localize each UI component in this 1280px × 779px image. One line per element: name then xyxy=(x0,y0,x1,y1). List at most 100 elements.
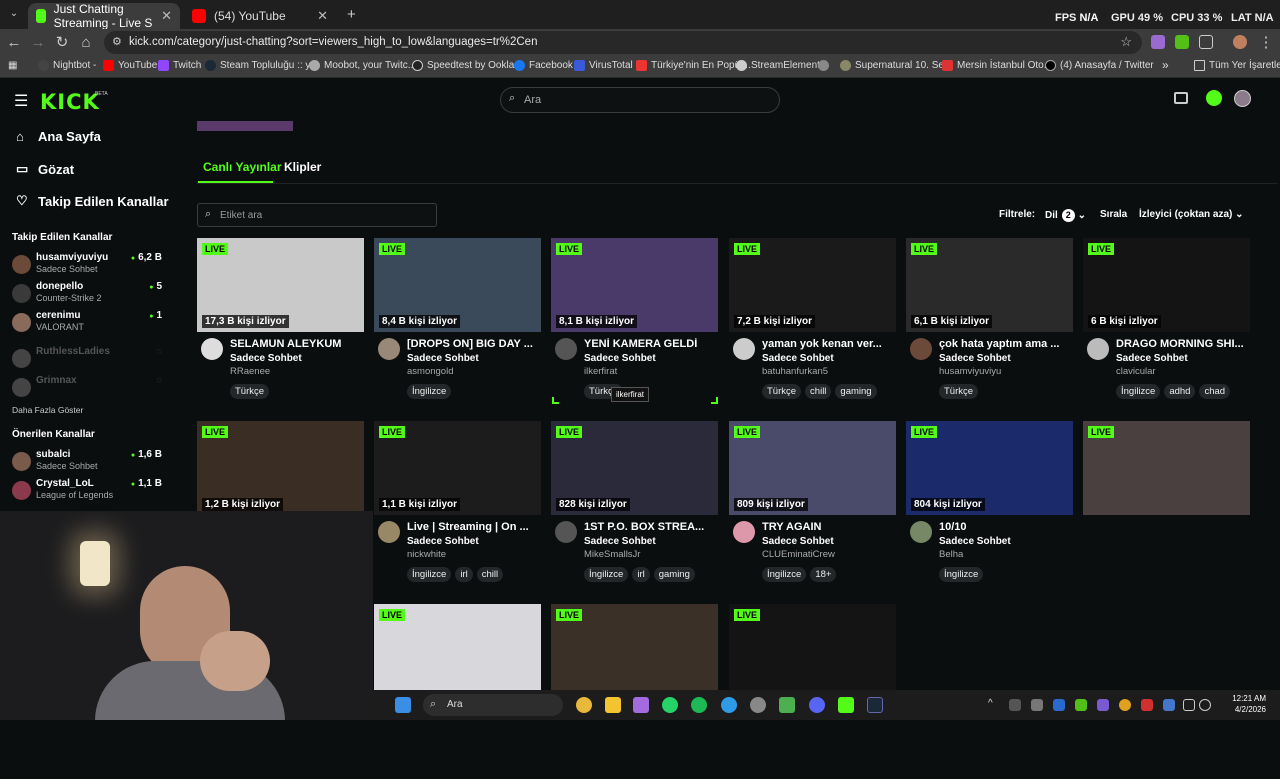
stream-card[interactable]: LIVE 7,2 B kişi izliyor yaman yok kenan ve… xyxy=(729,238,896,413)
tag-pill[interactable]: İngilizce xyxy=(939,567,984,582)
stream-title[interactable]: çok hata yaptım ama ... xyxy=(939,338,1071,350)
start-icon[interactable] xyxy=(395,697,411,713)
new-tab-button[interactable]: + xyxy=(347,6,356,23)
stream-title[interactable]: Live | Streaming | On ... xyxy=(407,521,539,533)
streamer-name[interactable]: ilkerfirat xyxy=(584,366,617,377)
home-icon[interactable]: ⌂ xyxy=(76,33,96,53)
back-icon[interactable]: ← xyxy=(4,33,24,53)
sidebar-channel[interactable]: Crystal_LoLLeague of Legends1,1 B xyxy=(12,478,162,504)
avatar[interactable] xyxy=(910,338,932,360)
stream-card[interactable]: LIVE 804 kişi izliyor 10/10 Sadece Sohbet Be… xyxy=(906,421,1073,596)
tag-pill[interactable]: 18+ xyxy=(810,567,837,582)
avatar[interactable] xyxy=(733,338,755,360)
tag-pill[interactable]: gaming xyxy=(835,384,877,399)
tray-icon[interactable] xyxy=(1053,699,1065,711)
stream-thumbnail[interactable]: LIVE xyxy=(729,604,896,698)
tag-pill[interactable]: chill xyxy=(476,567,504,582)
tab-clips[interactable]: Klipler xyxy=(284,160,321,174)
app-icon[interactable] xyxy=(633,697,649,713)
edge-icon[interactable] xyxy=(721,697,737,713)
browser-tab-kick[interactable]: Just Chatting Streaming - Live S ✕ xyxy=(28,2,180,30)
tag-pill[interactable]: chill xyxy=(805,384,832,399)
file-explorer-icon[interactable] xyxy=(605,697,621,713)
stream-category[interactable]: Sadece Sohbet xyxy=(1116,353,1188,364)
stream-thumbnail[interactable]: LIVE 7,2 B kişi izliyor xyxy=(729,238,896,332)
stream-category[interactable]: Sadece Sohbet xyxy=(762,536,834,547)
stream-title[interactable]: [DROPS ON] BIG DAY ... xyxy=(407,338,539,350)
extensions-puzzle-icon[interactable] xyxy=(1199,35,1213,49)
stream-thumbnail[interactable]: LIVE 1,1 B kişi izliyor xyxy=(374,421,541,515)
stream-card[interactable]: LIVE 17,3 B kişi izliyor SELAMUN ALEYKUM Sa… xyxy=(197,238,364,413)
tray-icon[interactable] xyxy=(1163,699,1175,711)
bookmark-twitter[interactable]: (4) Anasayfa / Twitter xyxy=(1045,60,1154,71)
tray-icon[interactable] xyxy=(1075,699,1087,711)
stream-thumbnail[interactable]: LIVE xyxy=(1083,421,1250,515)
streamer-name[interactable]: Belha xyxy=(939,549,963,560)
streamer-name[interactable]: CLUEminatiCrew xyxy=(762,549,835,560)
nav-browse[interactable]: ▭ Gözat xyxy=(16,161,74,177)
bookmark-steam[interactable]: Steam Topluluğu :: y... xyxy=(205,60,318,71)
bookmark-facebook[interactable]: Facebook xyxy=(514,60,573,71)
kick-logo[interactable]: KICK xyxy=(40,90,100,114)
stream-category[interactable]: Sadece Sohbet xyxy=(407,536,479,547)
bookmark-globe[interactable] xyxy=(818,60,833,71)
bookmark-speedtest[interactable]: Speedtest by Ookla... xyxy=(412,60,523,71)
stream-title[interactable]: 1ST P.O. BOX STREA... xyxy=(584,521,716,533)
profile-avatar[interactable] xyxy=(1233,35,1247,49)
avatar[interactable] xyxy=(1087,338,1109,360)
nav-home[interactable]: ⌂ Ana Sayfa xyxy=(16,129,101,144)
tag-pill[interactable]: Türkçe xyxy=(939,384,979,399)
stream-thumbnail[interactable]: LIVE 8,1 B kişi izliyor xyxy=(551,238,718,332)
tag-pill[interactable]: Türkçe xyxy=(762,384,802,399)
address-bar[interactable]: ⚙ kick.com/category/just-chatting?sort=v… xyxy=(104,31,1142,54)
streamer-name[interactable]: nickwhite xyxy=(407,549,446,560)
search-input[interactable]: ⌕ Ara xyxy=(500,87,780,113)
stream-thumbnail[interactable]: LIVE 1,2 B kişi izliyor xyxy=(197,421,364,515)
tag-pill[interactable]: irl xyxy=(455,567,473,582)
whatsapp-icon[interactable] xyxy=(662,697,678,713)
bookmark-moobot[interactable]: Moobot, your Twitc... xyxy=(309,60,416,71)
avatar[interactable] xyxy=(378,521,400,543)
kick-coin-icon[interactable] xyxy=(1206,90,1222,106)
stream-card[interactable]: LIVE 1,1 B kişi izliyor Live | Streaming |… xyxy=(374,421,541,596)
sidebar-channel[interactable]: donepelloCounter-Strike 25 xyxy=(12,281,162,307)
tag-pill[interactable]: Türkçe xyxy=(230,384,270,399)
close-tab-icon[interactable]: ✕ xyxy=(161,8,172,24)
app-icon[interactable] xyxy=(838,697,854,713)
tag-pill[interactable]: chad xyxy=(1199,384,1231,399)
tray-icon[interactable] xyxy=(1097,699,1109,711)
extension-icon[interactable] xyxy=(1151,35,1165,49)
stream-title[interactable]: TRY AGAIN xyxy=(762,521,894,533)
hamburger-menu-icon[interactable]: ☰ xyxy=(14,91,28,111)
stream-category[interactable]: Sadece Sohbet xyxy=(584,353,656,364)
sidebar-channel-offline[interactable]: Grimnax ◌ xyxy=(12,375,162,401)
stream-thumbnail[interactable]: LIVE xyxy=(374,604,541,698)
stream-thumbnail[interactable]: LIVE 6 B kişi izliyor xyxy=(1083,238,1250,332)
menu-kebab-icon[interactable]: ⋮ xyxy=(1256,33,1276,53)
bookmark-virustotal[interactable]: VirusTotal xyxy=(574,60,633,71)
bookmark-streamelements[interactable]: StreamElements xyxy=(736,60,825,71)
bookmark-star-icon[interactable]: ☆ xyxy=(1120,34,1132,50)
nav-following[interactable]: ♡ Takip Edilen Kanallar xyxy=(16,193,169,209)
stream-category[interactable]: Sadece Sohbet xyxy=(939,353,1011,364)
avatar[interactable] xyxy=(555,338,577,360)
sidebar-channel-offline[interactable]: RuthlessLadies ◌ xyxy=(12,346,162,372)
all-bookmarks-folder[interactable]: Tüm Yer İşaretleri xyxy=(1194,60,1280,71)
network-icon[interactable] xyxy=(1183,699,1195,711)
stream-card[interactable]: LIVE 6 B kişi izliyor DRAGO MORNING SHI...… xyxy=(1083,238,1250,413)
spotify-icon[interactable] xyxy=(691,697,707,713)
forward-icon[interactable]: → xyxy=(28,33,48,53)
site-info-icon[interactable]: ⚙ xyxy=(112,35,122,48)
stream-thumbnail[interactable]: LIVE xyxy=(551,604,718,698)
stream-thumbnail[interactable]: LIVE 6,1 B kişi izliyor xyxy=(906,238,1073,332)
stream-category[interactable]: Sadece Sohbet xyxy=(230,353,302,364)
tag-pill[interactable]: İngilizce xyxy=(407,567,452,582)
stream-category[interactable]: Sadece Sohbet xyxy=(939,536,1011,547)
avatar[interactable] xyxy=(733,521,755,543)
bookmark-nightbot[interactable]: Nightbot - xyxy=(38,60,96,71)
stream-thumbnail[interactable]: LIVE 804 kişi izliyor xyxy=(906,421,1073,515)
tag-pill[interactable]: İngilizce xyxy=(762,567,807,582)
stream-card[interactable]: LIVE 809 kişi izliyor TRY AGAIN Sadece Sohb… xyxy=(729,421,896,596)
bookmark-youtube[interactable]: YouTube xyxy=(103,60,157,71)
extension-icon[interactable] xyxy=(1175,35,1189,49)
